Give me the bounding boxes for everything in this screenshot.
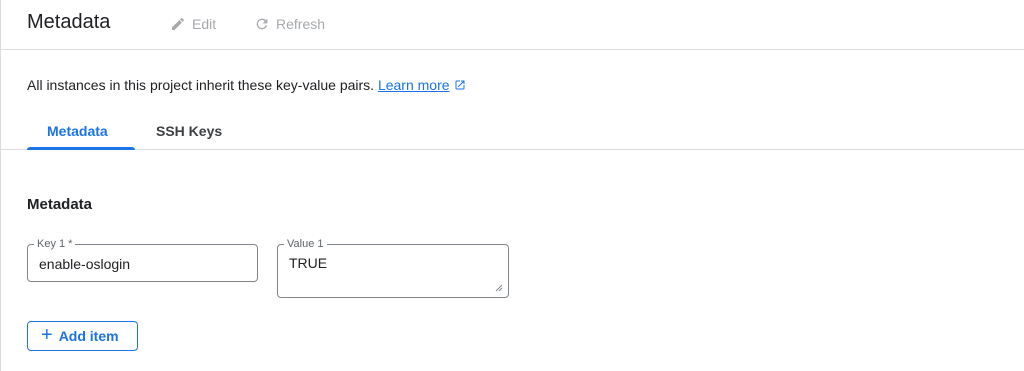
plus-icon: + (41, 324, 53, 346)
learn-more-label: Learn more (377, 77, 450, 93)
key-1-label: Key 1 * (34, 237, 76, 251)
active-tab-indicator (27, 147, 135, 150)
refresh-label: Refresh (276, 16, 326, 32)
edit-label: Edit (192, 16, 217, 32)
learn-more-link[interactable]: Learn more (378, 77, 450, 93)
refresh-icon (256, 18, 268, 30)
section-title: Metadata (27, 196, 93, 213)
value-1-label: Value 1 (284, 237, 327, 251)
add-item-label: Add item (58, 328, 119, 344)
tab-bar: Metadata SSH Keys (0, 110, 1024, 150)
key-1-field[interactable]: Key 1 * enable-oslogin (27, 237, 258, 282)
page-title: Metadata (27, 11, 111, 33)
tab-metadata[interactable]: Metadata (47, 123, 108, 139)
refresh-button[interactable]: Refresh (254, 14, 325, 34)
tab-ssh-keys[interactable]: SSH Keys (156, 123, 222, 139)
description: All instances in this project inherit th… (27, 77, 466, 93)
value-1-field[interactable]: Value 1 TRUE (277, 237, 509, 298)
resize-handle-icon[interactable] (495, 284, 503, 292)
value-1-value: TRUE (289, 255, 328, 271)
add-item-button[interactable]: + Add item (27, 321, 138, 351)
description-text: All instances in this project inherit th… (27, 77, 375, 93)
pencil-icon (172, 17, 185, 30)
key-1-value: enable-oslogin (39, 256, 131, 272)
left-border (0, 0, 1, 371)
external-link-icon[interactable] (454, 79, 466, 91)
edit-button[interactable]: Edit (170, 14, 216, 34)
page-header: Metadata Edit Refresh (0, 0, 1024, 50)
